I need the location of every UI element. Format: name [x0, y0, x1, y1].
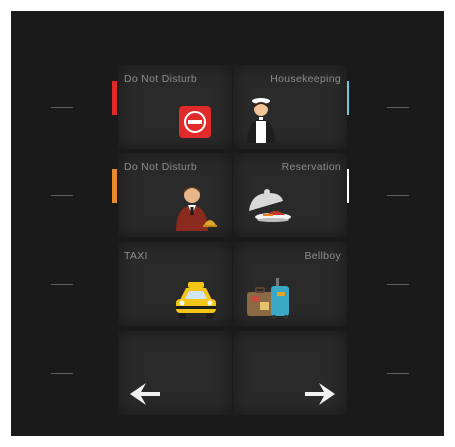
- arrow-left-icon: [130, 383, 160, 405]
- tile-label: Housekeeping: [270, 73, 341, 85]
- concierge-icon: [176, 186, 217, 231]
- left-dash-4: [51, 373, 73, 374]
- cloche-icon: [249, 189, 291, 222]
- left-dash-2: [51, 195, 73, 196]
- right-dash-4: [387, 373, 409, 374]
- left-dash-1: [51, 107, 73, 108]
- tile-bellboy[interactable]: Bellboy: [233, 242, 347, 326]
- no-entry-icon: [179, 106, 211, 138]
- maid-icon: [247, 98, 275, 143]
- tile-label: Reservation: [281, 161, 341, 173]
- right-dash-1: [387, 107, 409, 108]
- control-panel: Do Not Disturb Housekeeping Do Not Distu…: [11, 11, 444, 436]
- tile-label: Do Not Disturb: [124, 73, 198, 85]
- tile-reservation[interactable]: Reservation: [233, 153, 347, 237]
- arrow-right-icon: [305, 383, 335, 405]
- tile-housekeeping[interactable]: Housekeeping: [233, 65, 347, 149]
- right-dash-3: [387, 284, 409, 285]
- left-dash-3: [51, 284, 73, 285]
- tile-taxi[interactable]: TAXI: [118, 242, 232, 326]
- luggage-icon: [247, 278, 289, 319]
- indicator-row1-left: [112, 81, 117, 115]
- right-dash-2: [387, 195, 409, 196]
- tile-label: TAXI: [124, 250, 148, 262]
- tile-next-page[interactable]: [233, 331, 347, 415]
- tile-label: Do Not Disturb: [124, 161, 198, 173]
- tile-do-not-disturb-2[interactable]: Do Not Disturb: [118, 153, 232, 237]
- tile-prev-page[interactable]: [118, 331, 232, 415]
- tile-label: Bellboy: [304, 250, 341, 262]
- tile-do-not-disturb[interactable]: Do Not Disturb: [118, 65, 232, 149]
- taxi-icon: [176, 282, 216, 319]
- indicator-row2-left: [112, 169, 117, 203]
